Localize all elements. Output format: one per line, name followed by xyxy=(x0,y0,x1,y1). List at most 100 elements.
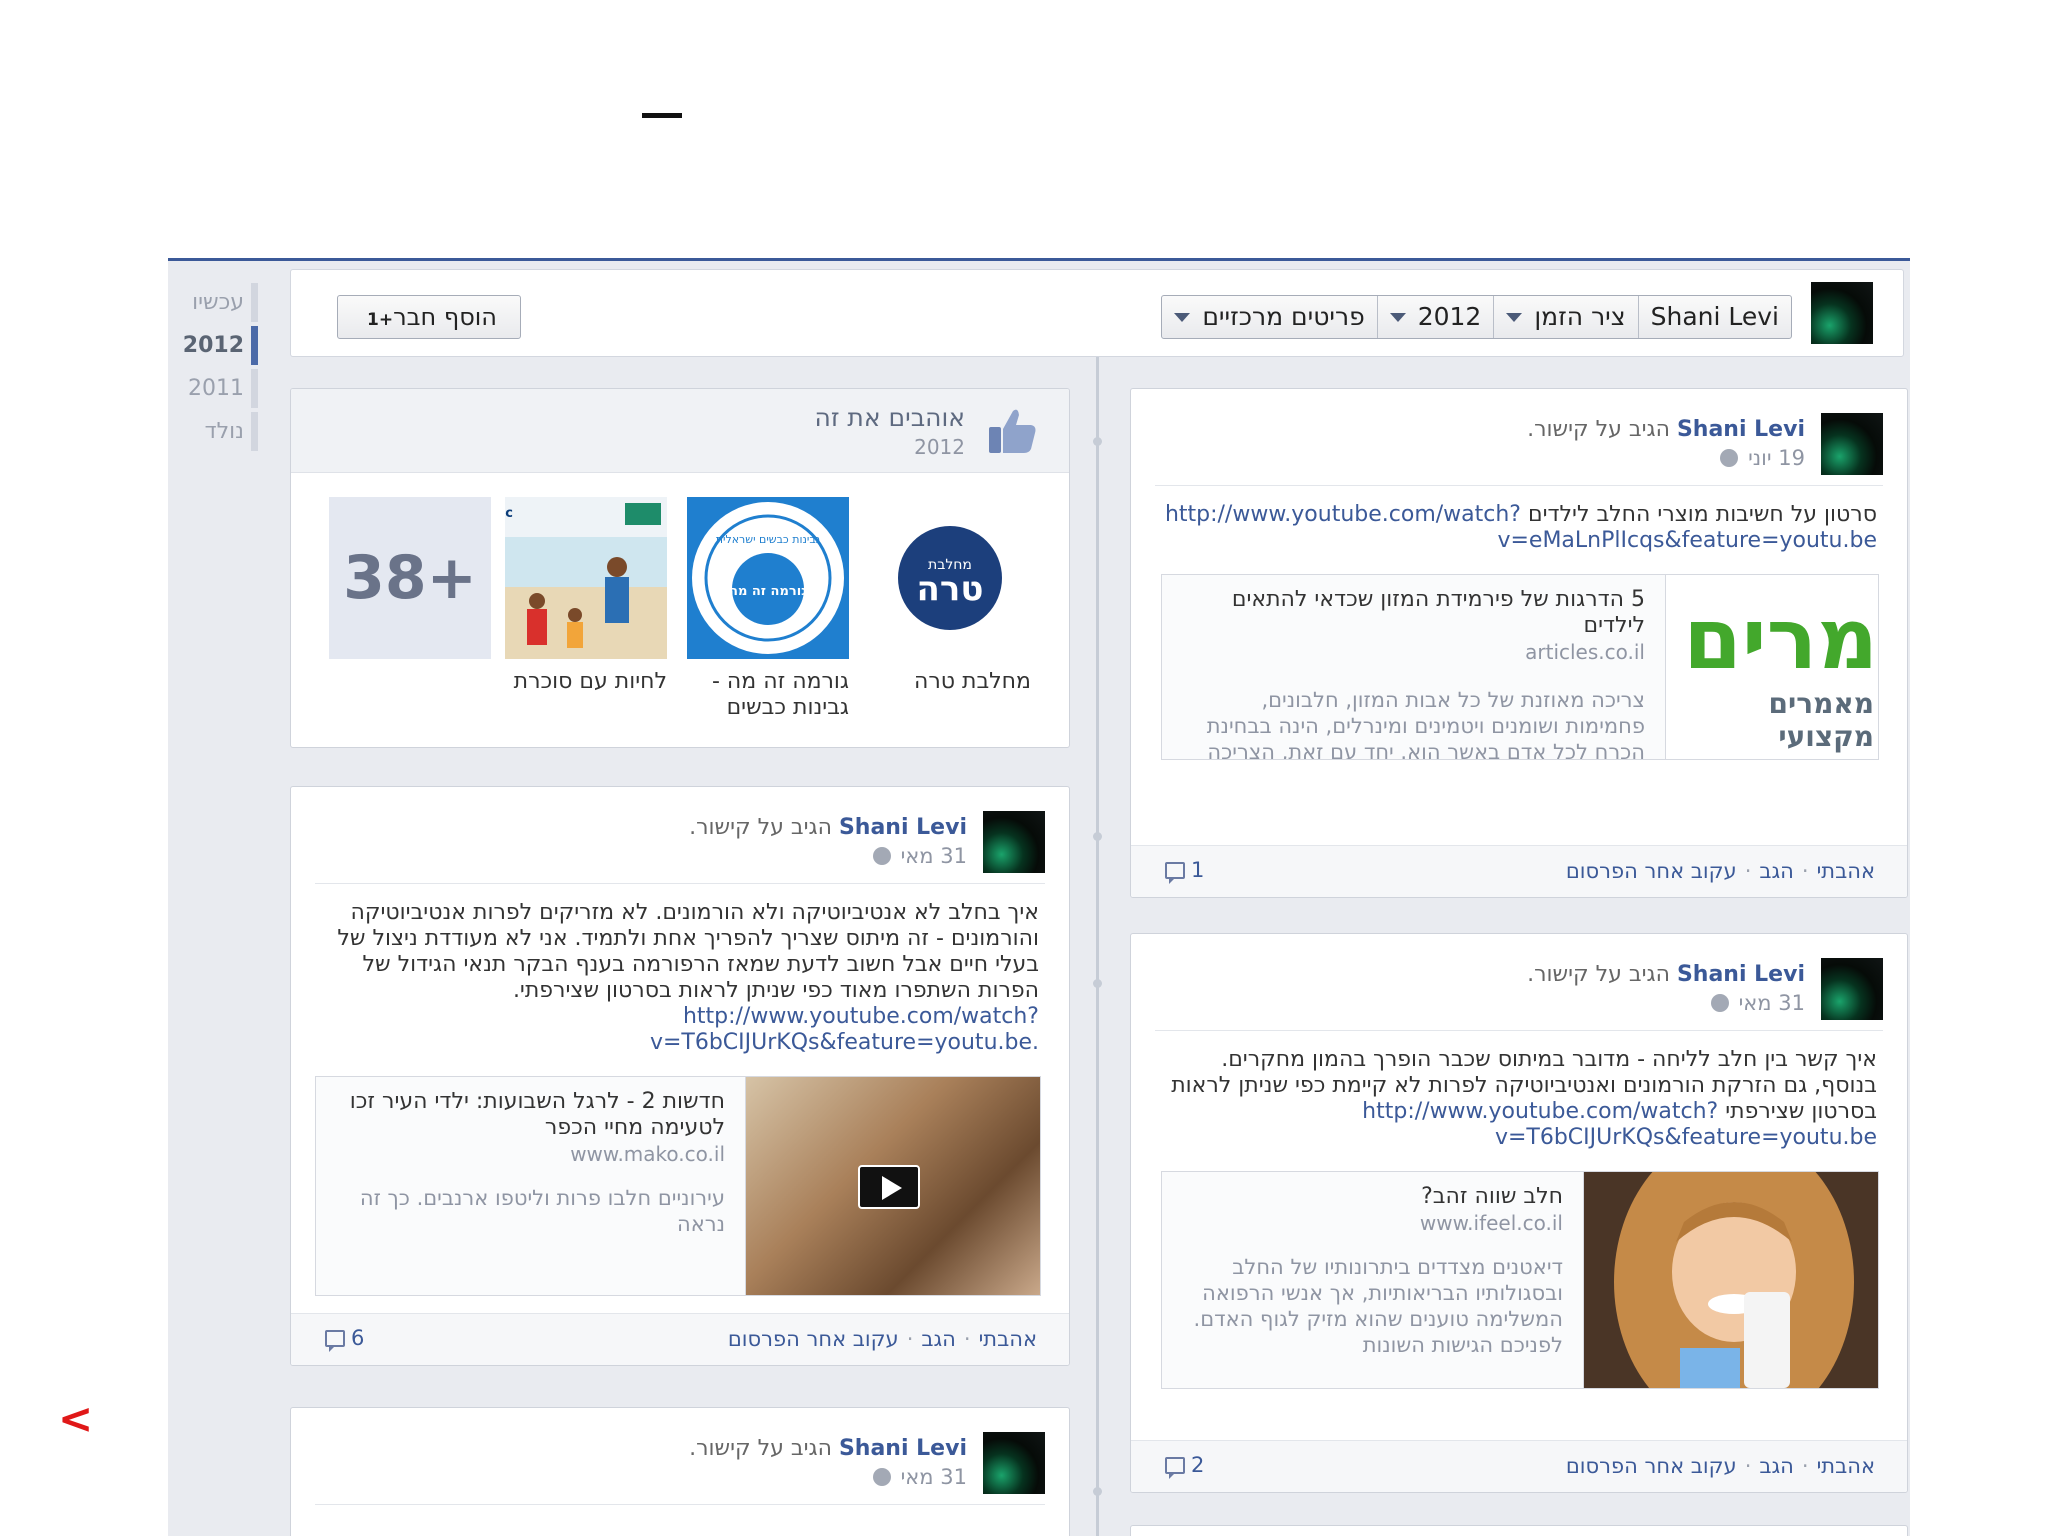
facebook-timeline-screenshot: עכשיו 2012 2011 נולד הוסף חבר+1 Shani Le… xyxy=(168,258,1910,1536)
post-author-line: Shani Levi הגיב על קישור. xyxy=(1527,417,1805,442)
post-text: איך קשר בין חלב לליחה - מדובר במיתוס שכב… xyxy=(1131,1031,1907,1151)
comment-icon xyxy=(1165,861,1185,884)
post-action: הגיב על קישור. xyxy=(689,815,832,840)
add-friend-button[interactable]: הוסף חבר+1 xyxy=(337,295,521,339)
link-title[interactable]: חדשות 2 - לרגל השבועות: ילדי העיר זכו לט… xyxy=(334,1089,725,1141)
post-actions: אהבתי·הגב·עקוב אחר הפרסום xyxy=(1565,1454,1875,1478)
comment-count-value: 1 xyxy=(1191,858,1205,882)
liked-page-name: גורמה זה מה - גבינות כבשים xyxy=(711,669,849,720)
thumb-small-text: מאמרים מקצועי xyxy=(1768,687,1874,753)
divider xyxy=(315,1504,1045,1505)
post-author-name[interactable]: Shani Levi xyxy=(1677,417,1805,442)
timeline-dropdown[interactable]: ציר הזמן xyxy=(1493,296,1637,338)
year-nav-2011[interactable]: 2011 xyxy=(170,367,266,410)
timeline-dropdown-label: ציר הזמן xyxy=(1534,302,1626,331)
link-description: דיאטנים מצדדים ביתרונותיו של החלב ובסגול… xyxy=(1193,1255,1563,1357)
tara-logo-text: טרה xyxy=(917,569,984,609)
post-date-line: 31 מאי xyxy=(872,1465,967,1489)
link-domain: www.mako.co.il xyxy=(570,1142,725,1166)
year-nav-born[interactable]: נולד xyxy=(170,410,266,453)
link-preview[interactable]: מרים מאמרים מקצועי 5 הדרגות של פירמידת ה… xyxy=(1161,574,1879,760)
link-preview[interactable]: חדשות 2 - לרגל השבועות: ילדי העיר זכו לט… xyxy=(315,1076,1041,1296)
gourmet-logo-text: גורמה זה מה xyxy=(729,584,807,599)
liked-page[interactable]: מחלבת טרה מחלבת טרה xyxy=(869,497,1031,695)
year-nav-2012[interactable]: 2012 xyxy=(170,324,266,367)
post-date[interactable]: 31 מאי xyxy=(901,1465,967,1489)
timeline-spine xyxy=(1096,357,1099,1536)
comment-count[interactable]: 6 xyxy=(325,1326,364,1352)
comment-link[interactable]: הגב xyxy=(1759,859,1794,883)
globe-icon xyxy=(872,1468,891,1486)
comment-count[interactable]: 1 xyxy=(1165,858,1205,884)
chevron-down-icon xyxy=(1174,312,1191,322)
timeline-header-bar: הוסף חבר+1 Shani Levi ציר הזמן 2012 פריט… xyxy=(290,269,1904,357)
link-title[interactable]: חלב שווה זהב? xyxy=(1180,1184,1563,1210)
likes-box: אוהבים את זה 2012 מחלבת טרה מחלבת טרה גב… xyxy=(290,388,1070,748)
post-date[interactable]: 31 מאי xyxy=(901,844,967,868)
profile-avatar[interactable] xyxy=(1811,282,1873,344)
comment-count[interactable]: 2 xyxy=(1165,1453,1204,1479)
year-nav-now[interactable]: עכשיו xyxy=(170,281,266,324)
post-author-name[interactable]: Shani Levi xyxy=(839,815,967,840)
post-date-line: 31 מאי xyxy=(1710,991,1805,1015)
profile-name-button[interactable]: Shani Levi xyxy=(1637,296,1791,338)
liked-page-name: מחלבת טרה xyxy=(913,669,1031,694)
link-title[interactable]: 5 הדרגות של פירמידת המזון שכדאי להתאים ל… xyxy=(1180,587,1645,639)
liked-page[interactable]: גבינות כבשים ישראלית גורמה זה מה גורמה ז… xyxy=(687,497,849,721)
post-author-name[interactable]: Shani Levi xyxy=(839,1436,967,1461)
author-avatar[interactable] xyxy=(1821,958,1883,1020)
comment-link[interactable]: הגב xyxy=(1759,1454,1794,1478)
like-link[interactable]: אהבתי xyxy=(979,1327,1037,1351)
link-info: 5 הדרגות של פירמידת המזון שכדאי להתאים ל… xyxy=(1162,575,1666,759)
post-action: הגיב על קישור. xyxy=(689,1436,832,1461)
more-likes-count[interactable]: 38+ xyxy=(329,497,491,659)
timeline-post: Shani Levi הגיב על קישור. 19 יוני סרטון … xyxy=(1130,388,1908,898)
author-avatar[interactable] xyxy=(983,1432,1045,1494)
globe-icon xyxy=(1720,449,1739,467)
post-author-line: Shani Levi הגיב על קישור. xyxy=(1527,962,1805,987)
highlights-dropdown[interactable]: פריטים מרכזיים xyxy=(1162,296,1376,338)
post-author-name[interactable]: Shani Levi xyxy=(1677,962,1805,987)
post-date[interactable]: 31 מאי xyxy=(1739,991,1805,1015)
post-url-link[interactable]: http://www.youtube.com/watch?v=T6bCIJUrK… xyxy=(650,1004,1039,1055)
play-icon[interactable] xyxy=(858,1165,920,1209)
like-link[interactable]: אהבתי xyxy=(1817,859,1875,883)
post-text: סרטון על חשיבות מוצרי החלב לילדים http:/… xyxy=(1131,486,1907,554)
chevron-down-icon xyxy=(1506,312,1523,322)
slide: < עכשיו 2012 2011 נולד הוסף חבר+1 Shani … xyxy=(0,0,2048,1536)
comment-link[interactable]: הגב xyxy=(921,1327,956,1351)
post-date[interactable]: 19 יוני xyxy=(1748,446,1805,470)
post-date-line: 31 מאי xyxy=(872,844,967,868)
post-action: הגיב על קישור. xyxy=(1527,962,1670,987)
link-domain: articles.co.il xyxy=(1525,640,1645,664)
link-preview[interactable]: חלב שווה זהב? www.ifeel.co.il דיאטנים מצ… xyxy=(1161,1171,1879,1389)
like-link[interactable]: אהבתי xyxy=(1817,1454,1875,1478)
post-body: סרטון על חשיבות מוצרי החלב לילדים xyxy=(1528,502,1877,527)
timeline-dot xyxy=(1093,832,1102,841)
thumbs-up-icon xyxy=(989,409,1036,453)
comment-icon xyxy=(1165,1456,1185,1479)
follow-post-link[interactable]: עקוב אחר הפרסום xyxy=(1566,1454,1737,1478)
link-domain: www.ifeel.co.il xyxy=(1419,1211,1563,1235)
post-footer: אהבתי·הגב·עקוב אחר הפרסום 2 xyxy=(1131,1440,1907,1492)
video-thumbnail[interactable] xyxy=(746,1077,1040,1295)
timeline-post: Shani Levi הגיב על קישור. 31 מאי xyxy=(290,1407,1070,1536)
author-avatar[interactable] xyxy=(1821,413,1883,475)
follow-post-link[interactable]: עקוב אחר הפרסום xyxy=(728,1327,899,1351)
post-text: איך בחלב לא אנטיביוטיקה ולא הורמונים. לא… xyxy=(291,884,1069,1056)
link-description: צריכה מאוזנת של כל אבות המזון, חלבונים, … xyxy=(1206,688,1645,760)
liked-page-name: לחיות עם סוכרת xyxy=(513,669,667,694)
add-friend-plus-icon: +1 xyxy=(367,310,394,330)
link-info: חדשות 2 - לרגל השבועות: ילדי העיר זכו לט… xyxy=(316,1077,746,1295)
year-navigation: עכשיו 2012 2011 נולד xyxy=(170,281,266,453)
post-action: הגיב על קישור. xyxy=(1527,417,1670,442)
link-info: חלב שווה זהב? www.ifeel.co.il דיאטנים מצ… xyxy=(1162,1172,1584,1388)
likes-year: 2012 xyxy=(914,435,965,459)
author-avatar[interactable] xyxy=(983,811,1045,873)
previous-slide-arrow[interactable]: < xyxy=(58,1398,93,1440)
year-dropdown[interactable]: 2012 xyxy=(1376,296,1494,338)
liked-page[interactable]: Medtronic לחיות עם סוכרת xyxy=(505,497,667,695)
link-thumbnail: מרים מאמרים מקצועי xyxy=(1666,575,1878,759)
add-friend-label: הוסף חבר xyxy=(393,303,497,331)
follow-post-link[interactable]: עקוב אחר הפרסום xyxy=(1566,859,1737,883)
